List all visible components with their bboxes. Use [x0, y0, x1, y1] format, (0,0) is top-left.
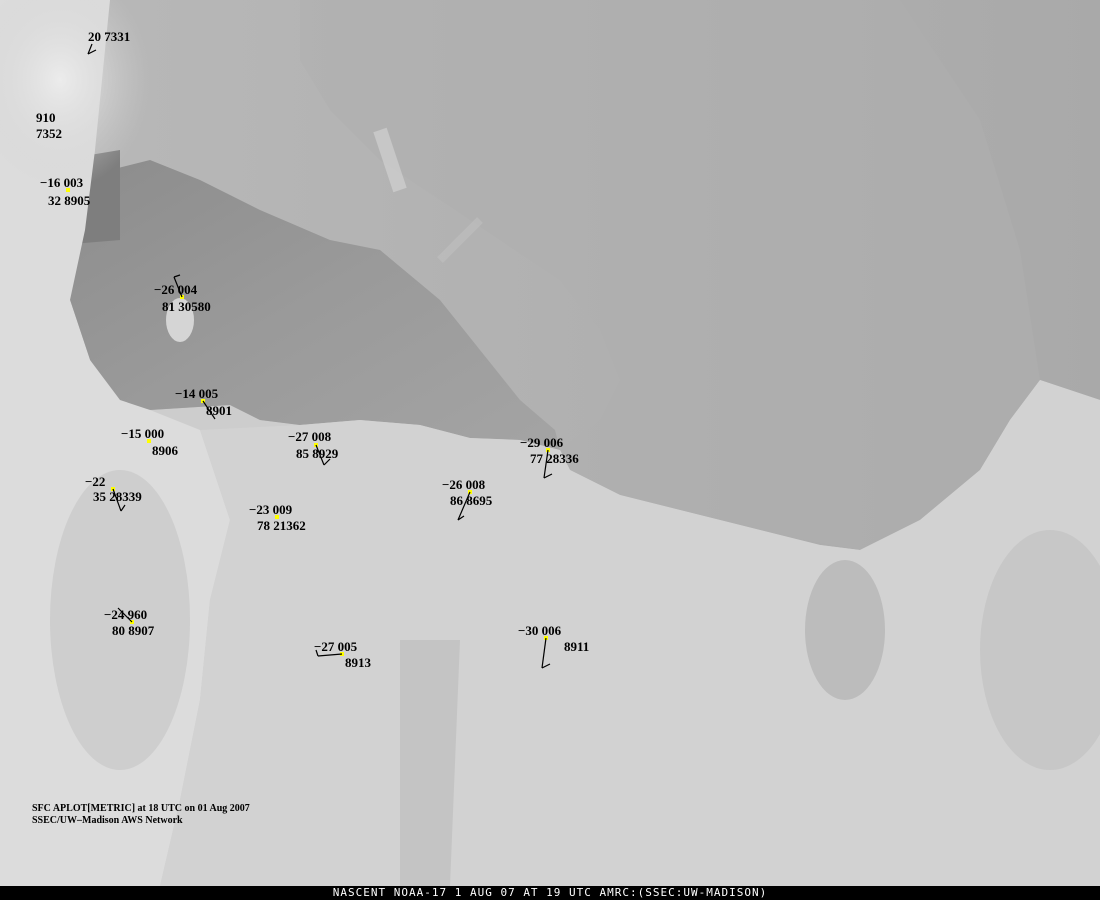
wind-barb-icon — [112, 488, 126, 512]
station-lower-value: 8911 — [564, 639, 590, 654]
station-upper-value: −15 000 — [121, 426, 165, 441]
station-lower-value: 7352 — [36, 126, 62, 141]
wind-barb-icon — [541, 637, 551, 669]
station-lower-value: 78 21362 — [257, 518, 306, 533]
station-upper-value: −26 008 — [442, 477, 486, 492]
wind-barb-icon — [543, 449, 553, 479]
wind-barb-icon — [117, 607, 133, 623]
wind-barb-icon — [87, 43, 97, 55]
station-upper-value: −29 006 — [520, 435, 564, 450]
station-upper-value: −16 003 — [40, 175, 84, 190]
caption-line: SSEC/UW–Madison AWS Network — [32, 815, 183, 826]
station-upper-value: 910 — [36, 110, 56, 125]
plot-caption: SFC APLOT[METRIC] at 18 UTC on 01 Aug 20… — [32, 803, 250, 827]
station-upper-value: −22 — [85, 474, 106, 489]
wind-barb-icon — [457, 491, 471, 521]
station-upper-value: −14 005 — [175, 386, 219, 401]
station-upper-value: −26 004 — [154, 282, 198, 297]
station-upper-value: −23 009 — [249, 502, 293, 517]
wind-barb-icon — [202, 400, 216, 420]
footer-text: NASCENT NOAA-17 1 AUG 07 AT 19 UTC AMRC:… — [332, 886, 768, 899]
wind-barb-icon — [315, 444, 331, 466]
wind-barb-icon — [173, 274, 183, 298]
station-upper-value: −27 008 — [288, 429, 332, 444]
caption-line: SFC APLOT[METRIC] at 18 UTC on 01 Aug 20… — [32, 803, 250, 814]
station-lower-value: 32 8905 — [48, 193, 91, 208]
station-upper-value: −27 005 — [314, 639, 358, 654]
station-lower-value: 8906 — [152, 443, 178, 458]
satellite-map: 20 7331 910 7352 −16 003 32 8905 −26 004… — [0, 0, 1100, 886]
wind-barb-icon — [315, 649, 343, 657]
station-upper-value: −30 006 — [518, 623, 562, 638]
station-upper-value: 20 7331 — [88, 29, 131, 44]
footer-bar: NASCENT NOAA-17 1 AUG 07 AT 19 UTC AMRC:… — [0, 886, 1100, 900]
station-upper-value: −24 960 — [104, 607, 148, 622]
